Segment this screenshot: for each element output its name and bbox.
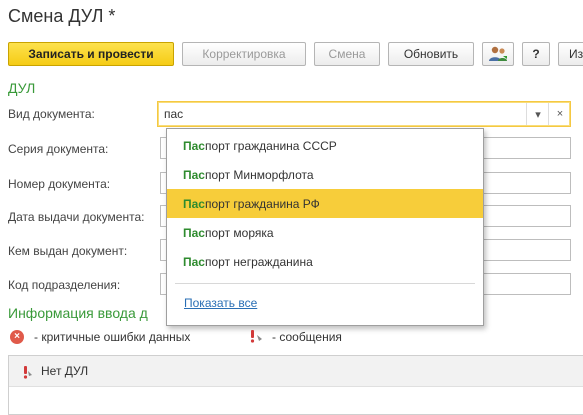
dropdown-item[interactable]: Пас порт Минморфлота — [167, 160, 483, 189]
doc-type-label: Вид документа: — [8, 107, 95, 121]
dropdown-divider — [175, 283, 475, 284]
message-icon — [23, 366, 32, 379]
issued-by-label: Кем выдан документ: — [8, 244, 128, 258]
messages-list: Нет ДУЛ — [8, 355, 583, 415]
number-label: Номер документа: — [8, 177, 111, 191]
refresh-button[interactable]: Обновить — [388, 42, 474, 66]
item-text: порт гражданина РФ — [204, 196, 320, 211]
issue-date-label: Дата выдачи документа: — [8, 210, 145, 224]
users-icon-button[interactable] — [482, 42, 514, 66]
legend-messages: - сообщения — [272, 330, 342, 344]
clear-icon[interactable]: × — [548, 103, 571, 125]
match-highlight: Пас — [183, 254, 205, 269]
window-title: Смена ДУЛ * — [8, 6, 116, 26]
item-text: порт моряка — [204, 225, 274, 240]
item-text: порт Минморфлота — [204, 167, 314, 182]
match-highlight: Пас — [183, 167, 205, 182]
dropdown-item[interactable]: Пас порт негражданина — [167, 247, 483, 276]
legend-errors: - критичные ошибки данных — [34, 330, 191, 344]
list-item[interactable]: Нет ДУЛ — [9, 356, 583, 387]
more-button[interactable]: Из — [558, 42, 583, 66]
list-item-text: Нет ДУЛ — [41, 364, 89, 378]
save-and-post-button[interactable]: Записать и провести — [8, 42, 174, 66]
match-highlight: Пас — [183, 196, 205, 211]
error-icon: × — [10, 330, 24, 344]
doc-type-input-text[interactable]: пас — [164, 107, 183, 121]
item-text: порт негражданина — [204, 254, 313, 269]
dropdown-item[interactable]: Пас порт моряка — [167, 218, 483, 247]
dropdown-item[interactable]: Пас порт гражданина СССР — [167, 131, 483, 160]
show-all-link[interactable]: Показать все — [184, 296, 257, 310]
change-button[interactable]: Смена — [314, 42, 380, 66]
series-label: Серия документа: — [8, 142, 109, 156]
doc-type-combobox[interactable]: пас ▾ × — [157, 101, 571, 127]
item-text: порт гражданина СССР — [204, 138, 337, 153]
help-button[interactable]: ? — [522, 42, 550, 66]
message-icon — [250, 330, 262, 343]
info-section-title: Информация ввода д — [8, 305, 148, 321]
division-code-label: Код подразделения: — [8, 278, 121, 292]
dropdown-arrow-icon[interactable]: ▾ — [526, 103, 549, 125]
correction-button[interactable]: Корректировка — [182, 42, 306, 66]
dropdown-item-selected[interactable]: Пас порт гражданина РФ — [167, 189, 483, 218]
toolbar: Записать и провести Корректировка Смена … — [8, 42, 583, 68]
section-title-dul: ДУЛ — [8, 80, 36, 96]
users-icon — [489, 46, 507, 61]
doc-type-dropdown: Пас порт гражданина СССР Пас порт Минморфл… — [166, 128, 484, 326]
match-highlight: Пас — [183, 225, 205, 240]
match-highlight: Пас — [183, 138, 205, 153]
